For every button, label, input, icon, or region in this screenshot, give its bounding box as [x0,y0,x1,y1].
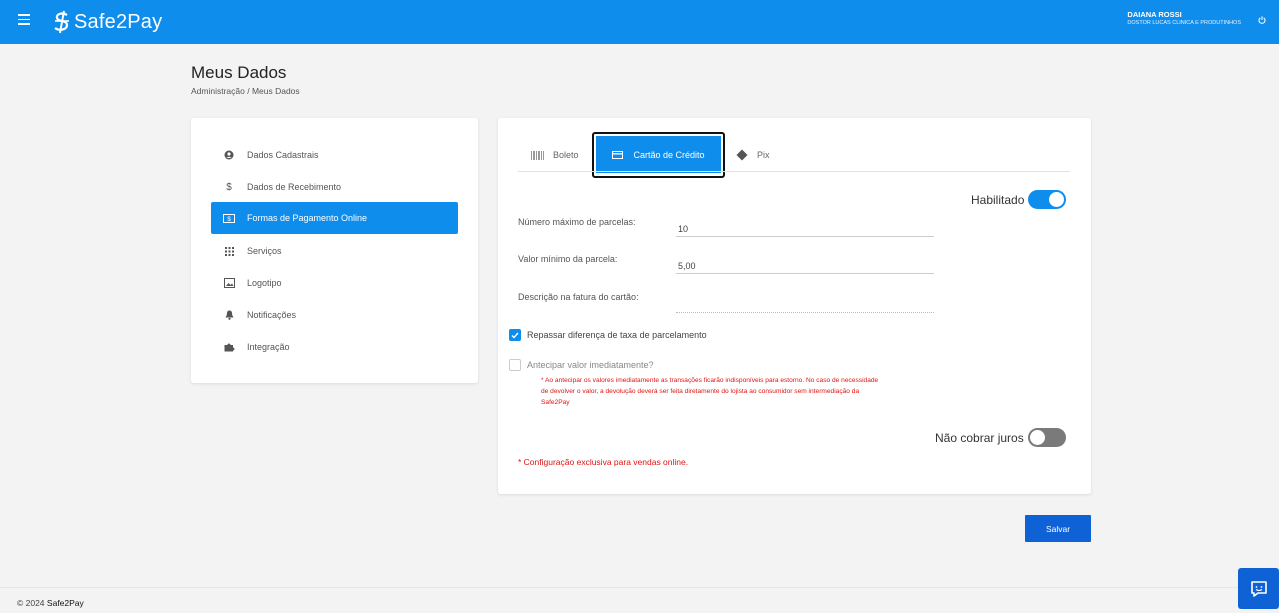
barcode-icon [531,150,544,160]
settings-sidebar: Dados Cadastrais $ Dados de Recebimento … [191,118,478,383]
valor-minimo-input[interactable]: 5,00 [676,254,934,274]
power-icon[interactable] [1258,16,1266,24]
user-info[interactable]: DAIANA ROSSI DOSTOR LUCAS CLINICA E PROD… [1127,10,1241,26]
footer: © 2024 Safe2Pay [17,598,84,608]
logo[interactable]: Safe2Pay [52,9,162,35]
chat-button[interactable] [1238,568,1279,609]
page-title: Meus Dados [191,63,287,82]
tab-pix[interactable]: Pix [736,140,770,170]
copyright-text: © 2024 [17,598,45,608]
user-name: DAIANA ROSSI [1127,10,1182,19]
footer-divider [0,587,1279,588]
pix-icon [736,149,748,161]
antecipar-checkbox[interactable] [509,359,521,371]
breadcrumb: Administração / Meus Dados [191,86,300,96]
sidebar-item-label: Formas de Pagamento Online [247,213,368,223]
sidebar-item-dados-cadastrais[interactable]: Dados Cadastrais [211,139,458,171]
max-parcelas-input[interactable]: 10 [676,217,934,237]
puzzle-icon [222,341,236,353]
credit-card-icon [612,150,624,159]
user-company: DOSTOR LUCAS CLINICA E PRODUTINHOS [1127,20,1241,26]
sidebar-item-notificacoes[interactable]: Notificações [211,299,458,331]
sidebar-item-label: Logotipo [247,278,282,288]
grid-icon [222,245,236,257]
max-parcelas-label: Número máximo de parcelas: [518,217,636,227]
sidebar-item-servicos[interactable]: Serviços [211,235,458,267]
online-only-note: * Configuração exclusiva para vendas onl… [518,457,689,467]
footer-brand: Safe2Pay [46,598,84,608]
tab-boleto[interactable]: Boleto [531,140,579,170]
repassar-checkbox[interactable] [509,329,521,341]
logo-icon [54,10,69,34]
logo-text: Safe2Pay [74,10,163,33]
antecipar-valor-row[interactable]: Antecipar valor imediatamente? [509,359,654,371]
dollar-icon: $ [226,181,232,193]
tab-boleto-label: Boleto [553,150,579,160]
habilitado-row: Habilitado [971,190,1067,209]
antecipar-label: Antecipar valor imediatamente? [527,360,654,370]
sidebar-item-label: Notificações [247,310,297,320]
repassar-label: Repassar diferença de taxa de parcelamen… [527,330,707,340]
tab-cartao-label: Cartão de Crédito [633,149,705,160]
menu-icon[interactable] [18,14,30,25]
sidebar-item-label: Integração [247,342,290,352]
chat-icon [1250,580,1267,597]
sidebar-item-formas-pagamento[interactable]: $ Formas de Pagamento Online [211,202,458,234]
descricao-fatura-input[interactable] [676,293,934,313]
habilitado-label: Habilitado [971,192,1025,207]
sidebar-item-integracao[interactable]: Integração [211,331,458,363]
svg-text:$: $ [227,216,231,223]
habilitado-toggle[interactable] [1028,190,1067,209]
money-icon: $ [222,212,236,224]
nao-cobrar-juros-label: Não cobrar juros [935,430,1024,445]
descricao-fatura-label: Descrição na fatura do cartão: [518,292,639,302]
payment-settings-card: Boleto Cartão de Crédito Pix Habilitado … [498,118,1091,494]
sidebar-item-dados-recebimento[interactable]: $ Dados de Recebimento [211,171,458,203]
nao-cobrar-juros-row: Não cobrar juros [935,428,1066,447]
repassar-diferenca-row[interactable]: Repassar diferença de taxa de parcelamen… [509,329,707,341]
antecipar-warning: * Ao antecipar os valores imediatamente … [541,377,879,406]
sidebar-item-label: Dados de Recebimento [247,182,342,192]
image-icon [222,277,236,289]
save-button[interactable]: Salvar [1025,515,1091,542]
valor-minimo-label: Valor mínimo da parcela: [518,254,618,264]
nao-cobrar-juros-toggle[interactable] [1027,428,1066,447]
user-circle-icon [222,149,236,161]
bell-icon [222,309,236,321]
sidebar-item-label: Dados Cadastrais [247,150,319,160]
tab-cartao-credito[interactable]: Cartão de Crédito [596,136,721,173]
top-bar: Safe2Pay DAIANA ROSSI DOSTOR LUCAS CLINI… [0,0,1279,44]
sidebar-item-logotipo[interactable]: Logotipo [211,267,458,299]
sidebar-item-label: Serviços [247,246,282,256]
tabs-divider [518,171,1070,172]
tab-pix-label: Pix [757,150,770,160]
